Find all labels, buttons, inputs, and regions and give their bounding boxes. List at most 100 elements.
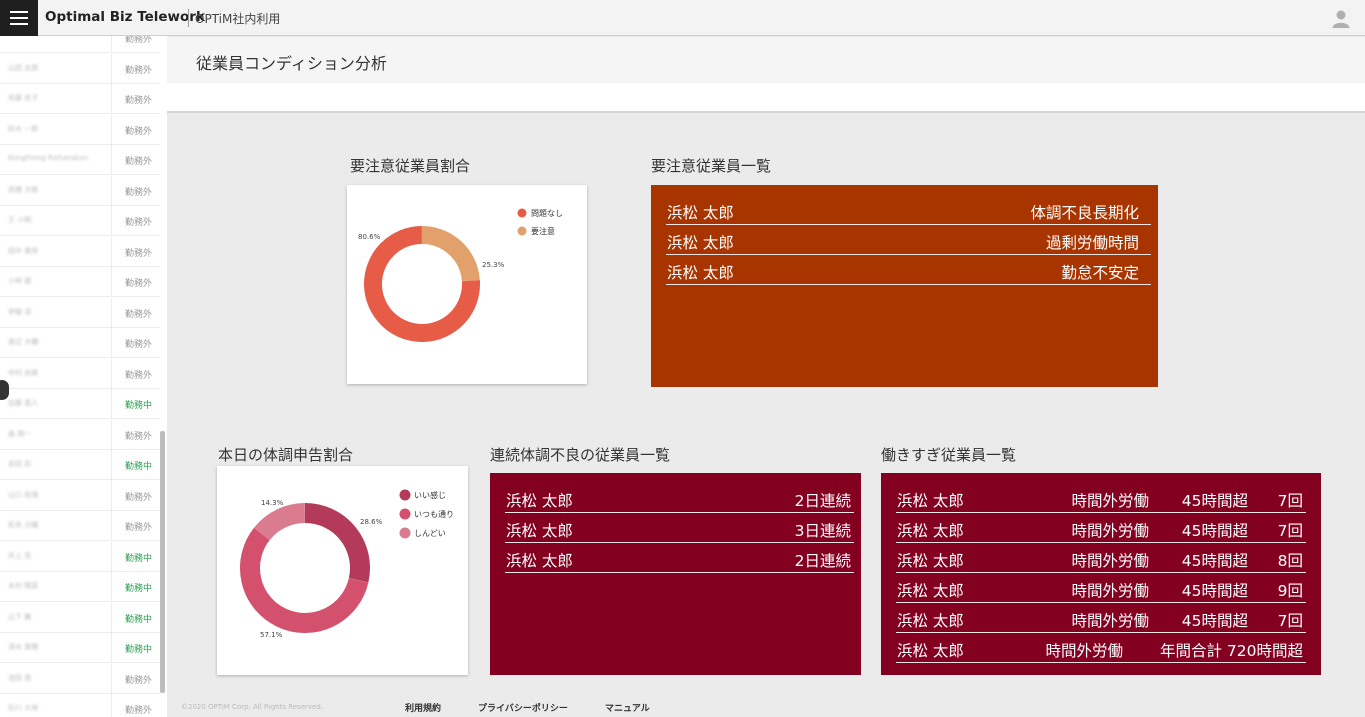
sidebar-employee-item[interactable]: 渡辺 大輔 勤務外 [0,328,160,358]
employee-status: 勤務外 [125,492,153,503]
row-divider [111,53,112,84]
warning-list-row[interactable]: 浜松 太郎 勤怠不安定 [666,255,1151,285]
sidebar-employee-item[interactable]: 高橋 次郎 勤務外 [0,175,160,206]
sidebar-employee-item[interactable]: 勤務外 [0,36,160,53]
sidebar-scrollbar[interactable] [160,431,165,693]
hamburger-icon [10,11,28,13]
sidebar-employee-item[interactable]: 伊藤 涼 勤務外 [0,297,160,328]
overwork-list-row[interactable]: 浜松 太郎 9回 45時間超 時間外労働 [896,573,1306,603]
sidebar-employee-item[interactable]: 山下 翼 勤務中 [0,602,160,633]
user-avatar-icon[interactable] [1331,8,1351,28]
sidebar-employee-item[interactable]: 中村 由美 勤務外 [0,358,160,389]
sidebar-employee-item[interactable]: 石川 大地 勤務外 [0,694,160,717]
legend-label-ok: 問題なし [531,209,563,218]
employee-status: 勤務外 [125,309,153,320]
manual-link[interactable]: マニュアル [605,701,650,714]
overwork-list-panel: 浜松 太郎 7回 45時間超 時間外労働 浜松 太郎 7回 45時間超 時間外労働 浜松 太郎 8… [881,473,1321,675]
sidebar-employee-item[interactable]: 山田 太郎 勤務外 [0,53,160,84]
overtime-count: 7回 [1277,492,1303,510]
consecutive-days: 2日連続 [794,552,851,570]
overwork-list-row[interactable]: 浜松 太郎 7回 45時間超 時間外労働 [896,603,1306,633]
row-divider [111,633,112,663]
row-divider [111,663,112,694]
employee-name: 吉田 彩 [8,460,32,468]
hamburger-icon-line [10,17,28,19]
legend-swatch-tired [399,527,411,539]
sidebar-employee-item[interactable]: 清水 美穂 勤務中 [0,633,160,663]
page-title: 従業員コンディション分析 [196,54,387,73]
employee-name: 浜松 太郎 [506,552,573,570]
overwork-list-row[interactable]: 浜松 太郎 7回 45時間超 時間外労働 [896,513,1306,543]
sidebar-employee-item[interactable]: 田中 美咲 勤務外 [0,236,160,267]
hamburger-icon-line [10,23,28,25]
warning-list-panel: 浜松 太郎 体調不良長期化 浜松 太郎 過剰労働時間 浜松 太郎 勤怠不安定 [651,185,1158,387]
donut-slice-warning[interactable] [421,226,480,282]
sidebar-employee-item[interactable]: 加藤 直人 勤務中 [0,389,160,419]
donut-slice-normal[interactable] [240,527,369,633]
employee-status: 勤務中 [125,645,153,655]
sidebar-employee-item[interactable]: 佐藤 花子 勤務外 [0,84,160,114]
sidebar-employee-item[interactable]: 森 翔一 勤務外 [0,419,160,450]
employee-name: 井上 亮 [8,551,32,560]
hamburger-menu-button[interactable] [0,0,38,36]
sidebar-employee-item[interactable]: 王 小明 勤務外 [0,206,160,236]
donut-slice-good[interactable] [304,503,370,583]
condition-list-row[interactable]: 浜松 太郎 2日連続 [505,483,854,513]
employee-status: 勤務外 [125,126,153,137]
overtime-count: 9回 [1277,582,1303,600]
warning-reason: 過剰労働時間 [1045,234,1139,252]
employee-name: 浜松 太郎 [897,642,964,660]
overwork-list-row[interactable]: 浜松 太郎 年間合計 720時間超 時間外労働 [896,633,1306,663]
sidebar-employee-item[interactable]: Kongthong Rattanakan 勤務外 [0,145,160,175]
row-divider [111,572,112,602]
warning-list-row[interactable]: 浜松 太郎 過剰労働時間 [666,225,1151,255]
donut-label-good: 28.6% [360,518,383,526]
condition-list-panel: 浜松 太郎 2日連続 浜松 太郎 3日連続 浜松 太郎 2日連続 [490,473,861,675]
overtime-type: 時間外労働 [1071,492,1149,510]
employee-status: 勤務外 [125,279,153,289]
sidebar-employee-item[interactable]: 吉田 彩 勤務中 [0,450,160,480]
employee-status: 勤務外 [125,431,153,442]
sidebar-employee-item[interactable]: 鈴木 一郎 勤務外 [0,114,160,145]
employee-sidebar: 勤務外 山田 太郎 勤務外 佐藤 花子 勤務外 鈴木 一郎 勤務外 Kongthong Rat… [0,36,167,717]
sidebar-employee-item[interactable]: 井上 亮 勤務中 [0,541,160,572]
overwork-list-row[interactable]: 浜松 太郎 8回 45時間超 時間外労働 [896,543,1306,573]
overwork-list-row[interactable]: 浜松 太郎 7回 45時間超 時間外労働 [896,483,1306,513]
overtime-hours: 45時間超 [1181,612,1248,630]
overtime-type: 時間外労働 [1045,642,1123,660]
copyright-text: ©2020 OPTiM Corp. All Rights Reserved. [181,703,323,711]
donut-slice-tired[interactable] [254,503,306,541]
row-divider [111,145,112,175]
sidebar-collapse-handle[interactable] [0,380,9,400]
employee-name: 小林 健 [8,277,32,285]
sidebar-employee-item[interactable]: 池田 悠 勤務外 [0,663,160,694]
employee-name: 浜松 太郎 [897,522,964,540]
employee-name: 田中 美咲 [8,246,39,255]
page-subheader [167,83,1365,113]
employee-name: 浜松 太郎 [506,492,573,510]
sidebar-employee-item[interactable]: 松本 沙織 勤務外 [0,511,160,541]
terms-link[interactable]: 利用規約 [405,701,441,714]
overwork-list-title: 働きすぎ従業員一覧 [881,446,1017,464]
overtime-count: 7回 [1277,612,1303,630]
employee-name: 松本 沙織 [8,521,39,529]
overtime-hours: 45時間超 [1181,552,1248,570]
employee-name: 伊藤 涼 [8,307,32,316]
condition-list-row[interactable]: 浜松 太郎 2日連続 [505,543,854,573]
app-title: Optimal Biz Telework [45,9,205,25]
sidebar-employee-item[interactable]: 小林 健 勤務外 [0,267,160,297]
overtime-count: 8回 [1277,552,1303,570]
title-divider [188,9,189,27]
privacy-policy-link[interactable]: プライバシーポリシー [478,701,568,714]
legend-swatch-good [399,489,411,501]
row-divider [111,267,112,297]
sidebar-employee-item[interactable]: 山口 拓海 勤務外 [0,480,160,511]
legend-label-tired: しんどい [414,529,446,538]
row-divider [111,419,112,450]
report-ratio-chart: いい感じ いつも通り しんどい 28.6% 57.1% 14.3% [240,489,454,639]
warning-reason: 勤怠不安定 [1061,264,1139,282]
row-divider [111,114,112,145]
warning-list-row[interactable]: 浜松 太郎 体調不良長期化 [666,195,1151,225]
condition-list-row[interactable]: 浜松 太郎 3日連続 [505,513,854,543]
sidebar-employee-item[interactable]: 木村 陽菜 勤務中 [0,572,160,602]
